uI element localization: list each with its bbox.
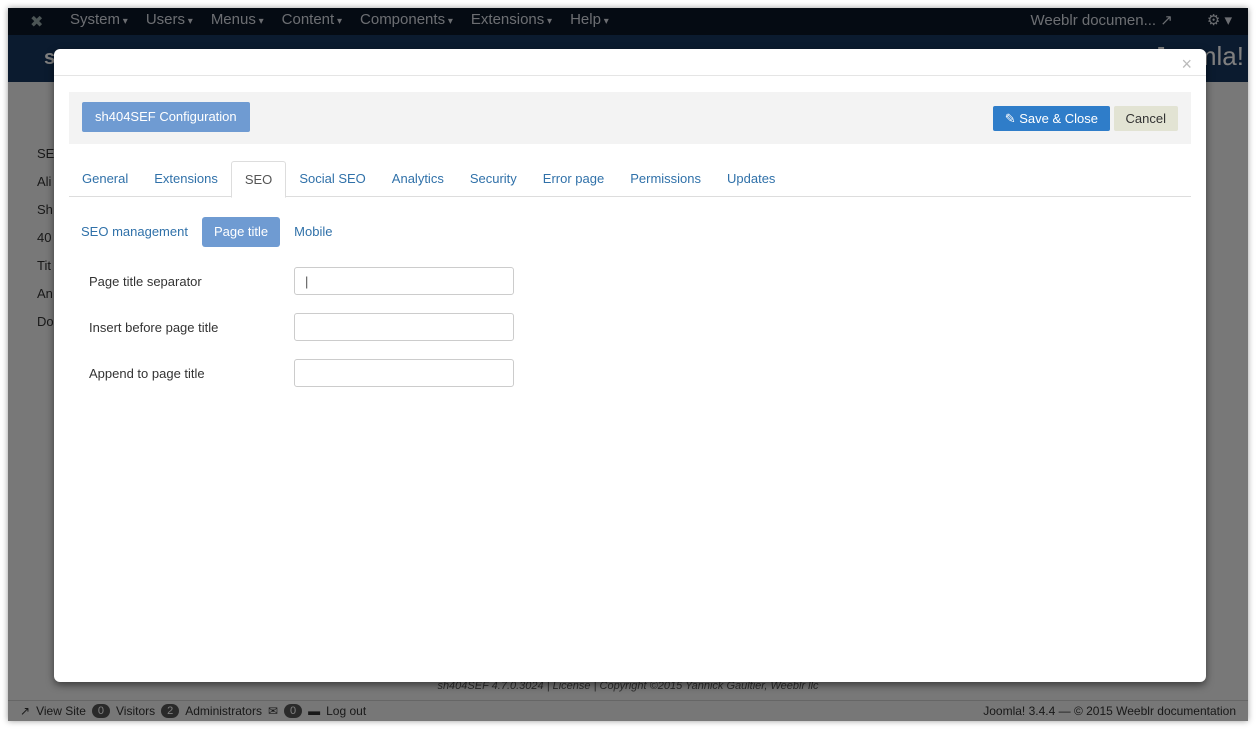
- modal-toolbar: sh404SEF Configuration ✎ Save & Close Ca…: [69, 92, 1191, 144]
- append-title-label: Append to page title: [89, 365, 205, 381]
- page-title-separator-label: Page title separator: [89, 273, 202, 289]
- subtab-seo-management[interactable]: SEO management: [69, 217, 200, 247]
- config-tabs: General Extensions SEO Social SEO Analyt…: [69, 161, 1191, 198]
- tab-updates[interactable]: Updates: [714, 161, 788, 197]
- tab-security[interactable]: Security: [457, 161, 530, 197]
- edit-icon: ✎: [1004, 111, 1016, 126]
- insert-before-title-label: Insert before page title: [89, 319, 219, 335]
- divider: [54, 75, 1206, 76]
- field-row: Insert before page title: [89, 313, 514, 341]
- tab-error-page[interactable]: Error page: [530, 161, 617, 197]
- tab-general[interactable]: General: [69, 161, 141, 197]
- tab-social-seo[interactable]: Social SEO: [286, 161, 378, 197]
- close-icon[interactable]: ×: [1181, 54, 1192, 75]
- save-close-label: Save & Close: [1019, 111, 1098, 126]
- tab-seo[interactable]: SEO: [230, 161, 287, 198]
- tab-analytics[interactable]: Analytics: [379, 161, 457, 197]
- page-title-separator-input[interactable]: [294, 267, 514, 295]
- seo-subtabs: SEO management Page title Mobile: [69, 217, 344, 247]
- tab-permissions[interactable]: Permissions: [617, 161, 714, 197]
- config-title-button[interactable]: sh404SEF Configuration: [82, 102, 250, 132]
- cancel-button[interactable]: Cancel: [1113, 106, 1178, 131]
- config-modal: × sh404SEF Configuration ✎ Save & Close …: [54, 49, 1206, 682]
- subtab-mobile[interactable]: Mobile: [282, 217, 344, 247]
- tab-extensions[interactable]: Extensions: [141, 161, 231, 197]
- field-row: Append to page title: [89, 359, 514, 387]
- append-title-input[interactable]: [294, 359, 514, 387]
- insert-before-title-input[interactable]: [294, 313, 514, 341]
- save-close-button[interactable]: ✎ Save & Close: [992, 106, 1110, 131]
- field-row: Page title separator: [89, 267, 514, 295]
- subtab-page-title[interactable]: Page title: [201, 217, 281, 247]
